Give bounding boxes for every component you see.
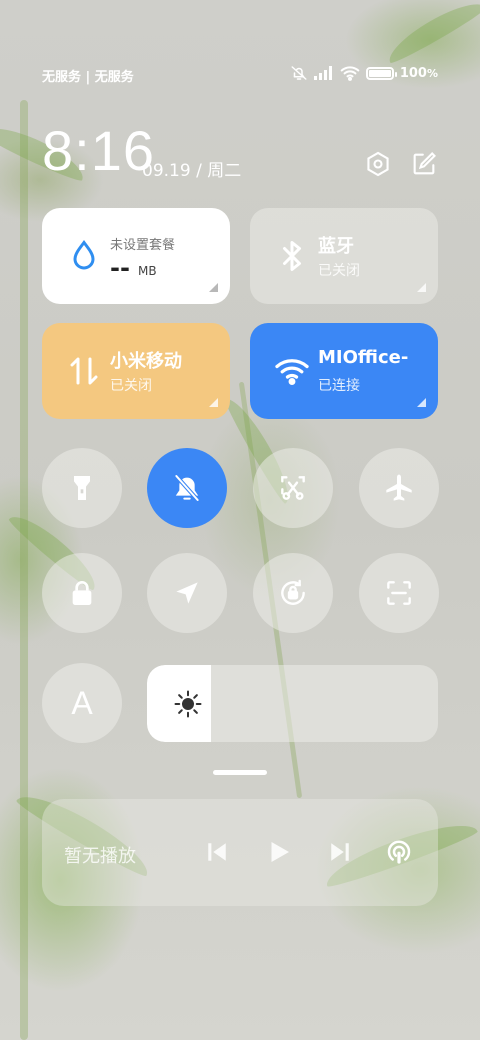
expand-corner-icon [417, 398, 426, 407]
scissors-screenshot-icon [281, 476, 305, 500]
battery-percent: 100% [399, 65, 438, 81]
settings-icon[interactable] [364, 150, 392, 178]
data-arrows-icon [66, 353, 102, 389]
expand-corner-icon [209, 398, 218, 407]
expand-corner-icon [209, 283, 218, 292]
previous-icon[interactable] [202, 837, 232, 867]
scan-icon [387, 581, 411, 605]
date-label: 09.19 / 周二 [142, 161, 242, 181]
battery-icon [365, 66, 397, 80]
font-size-toggle[interactable]: A [42, 663, 122, 743]
data-plan-label: 未设置套餐 [110, 238, 176, 253]
brightness-slider[interactable] [147, 665, 438, 742]
expand-corner-icon [417, 283, 426, 292]
bluetooth-status: 已关闭 [318, 263, 360, 279]
bell-off-icon [290, 64, 308, 82]
font-size-label: A [71, 685, 93, 721]
bluetooth-title: 蓝牙 [318, 236, 354, 257]
lock-toggle[interactable] [42, 553, 122, 633]
flashlight-toggle[interactable] [42, 448, 122, 528]
airplane-icon [386, 474, 412, 501]
edit-icon[interactable] [410, 150, 438, 178]
silent-toggle[interactable] [147, 448, 227, 528]
sun-icon [174, 690, 202, 718]
next-icon[interactable] [325, 837, 355, 867]
carrier-label: 无服务 | 无服务 [42, 70, 134, 85]
play-icon[interactable] [264, 837, 294, 867]
mobile-data-status: 已关闭 [110, 378, 152, 394]
drag-handle[interactable] [213, 770, 267, 775]
wifi-icon [340, 65, 360, 81]
lock-icon [72, 581, 92, 605]
mobile-data-title: 小米移动 [110, 351, 182, 372]
media-player-card[interactable]: 暂无播放 [42, 799, 438, 906]
wifi-title: MIOffice- [318, 347, 409, 368]
data-usage-unit: MB [138, 264, 157, 278]
media-status-label: 暂无播放 [64, 846, 136, 867]
wifi-tile[interactable]: MIOffice- 已连接 [250, 323, 438, 419]
bluetooth-tile[interactable]: 蓝牙 已关闭 [250, 208, 438, 304]
mobile-data-tile[interactable]: 小米移动 已关闭 [42, 323, 230, 419]
water-drop-icon [66, 238, 102, 274]
airplane-toggle[interactable] [359, 448, 439, 528]
flashlight-icon [74, 476, 90, 500]
bluetooth-icon [274, 238, 310, 274]
location-toggle[interactable] [147, 553, 227, 633]
wifi-status: 已连接 [318, 378, 360, 394]
signal-icon [313, 66, 334, 80]
data-usage-tile[interactable]: 未设置套餐 -- MB [42, 208, 230, 304]
wifi-icon [274, 353, 310, 389]
screenshot-toggle[interactable] [253, 448, 333, 528]
status-bar: 无服务 | 无服务 100% [42, 64, 438, 88]
location-arrow-icon [176, 582, 198, 604]
rotation-lock-icon [281, 579, 305, 605]
scanner-toggle[interactable] [359, 553, 439, 633]
cast-icon[interactable] [384, 837, 414, 867]
rotation-lock-toggle[interactable] [253, 553, 333, 633]
status-icons: 100% [290, 64, 438, 82]
data-usage-value: -- [110, 254, 130, 282]
clock: 8:16 [42, 119, 155, 182]
bell-off-icon [174, 474, 200, 502]
